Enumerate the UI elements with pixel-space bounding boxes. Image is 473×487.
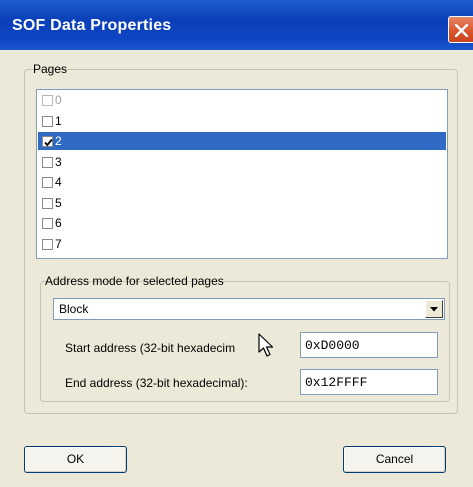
checkbox[interactable]: [42, 95, 53, 106]
page-list-item[interactable]: 3: [38, 153, 446, 171]
address-mode-group-label: Address mode for selected pages: [45, 274, 224, 288]
page-list-item[interactable]: 7: [38, 235, 446, 253]
checkbox-checked[interactable]: [42, 136, 53, 147]
checkbox[interactable]: [42, 177, 53, 188]
chevron-down-icon: [430, 307, 438, 312]
checkmark-icon: [44, 138, 53, 147]
title-bar[interactable]: SOF Data Properties: [0, 0, 473, 50]
checkbox[interactable]: [42, 115, 53, 127]
window-title: SOF Data Properties: [12, 17, 172, 34]
checkbox[interactable]: [42, 156, 53, 168]
mouse-pointer-icon: [258, 333, 274, 357]
close-button[interactable]: [448, 16, 473, 43]
page-number-label: 6: [55, 216, 62, 230]
ok-button[interactable]: OK: [24, 446, 127, 473]
page-list-item[interactable]: 4: [38, 173, 446, 191]
page-number-label: 4: [55, 175, 62, 189]
page-number-label: 2: [55, 134, 62, 148]
page-number-label: 7: [55, 236, 62, 251]
checkbox[interactable]: [42, 218, 53, 229]
page-number-label: 1: [55, 113, 62, 128]
page-number-label: 0: [55, 93, 62, 107]
start-address-input[interactable]: 0xD0000: [300, 332, 438, 358]
address-mode-value: Block: [59, 302, 89, 316]
page-list-item[interactable]: 5: [38, 194, 446, 212]
pages-group-label: Pages: [33, 62, 68, 76]
address-mode-select[interactable]: Block: [53, 298, 445, 320]
page-list-item[interactable]: 1: [38, 112, 446, 130]
dialog-window: SOF Data Properties Pages 0 1 2 3 4 5 6 7 Addre…: [0, 0, 473, 487]
end-address-label: End address (32-bit hexadecimal):: [65, 376, 248, 390]
page-list-item[interactable]: 2: [38, 132, 446, 150]
page-list-item[interactable]: 6: [38, 214, 446, 232]
page-list-item[interactable]: 0: [38, 91, 446, 109]
page-number-label: 5: [55, 195, 62, 210]
checkbox[interactable]: [42, 238, 53, 250]
cancel-button[interactable]: Cancel: [343, 446, 446, 473]
close-icon: [455, 24, 468, 37]
checkbox[interactable]: [42, 197, 53, 209]
end-address-input[interactable]: 0x12FFFF: [300, 369, 438, 395]
page-number-label: 3: [55, 154, 62, 169]
start-address-label: Start address (32-bit hexadecim: [65, 341, 236, 355]
pages-listbox[interactable]: 0 1 2 3 4 5 6 7: [36, 89, 448, 259]
dropdown-button[interactable]: [425, 300, 443, 318]
